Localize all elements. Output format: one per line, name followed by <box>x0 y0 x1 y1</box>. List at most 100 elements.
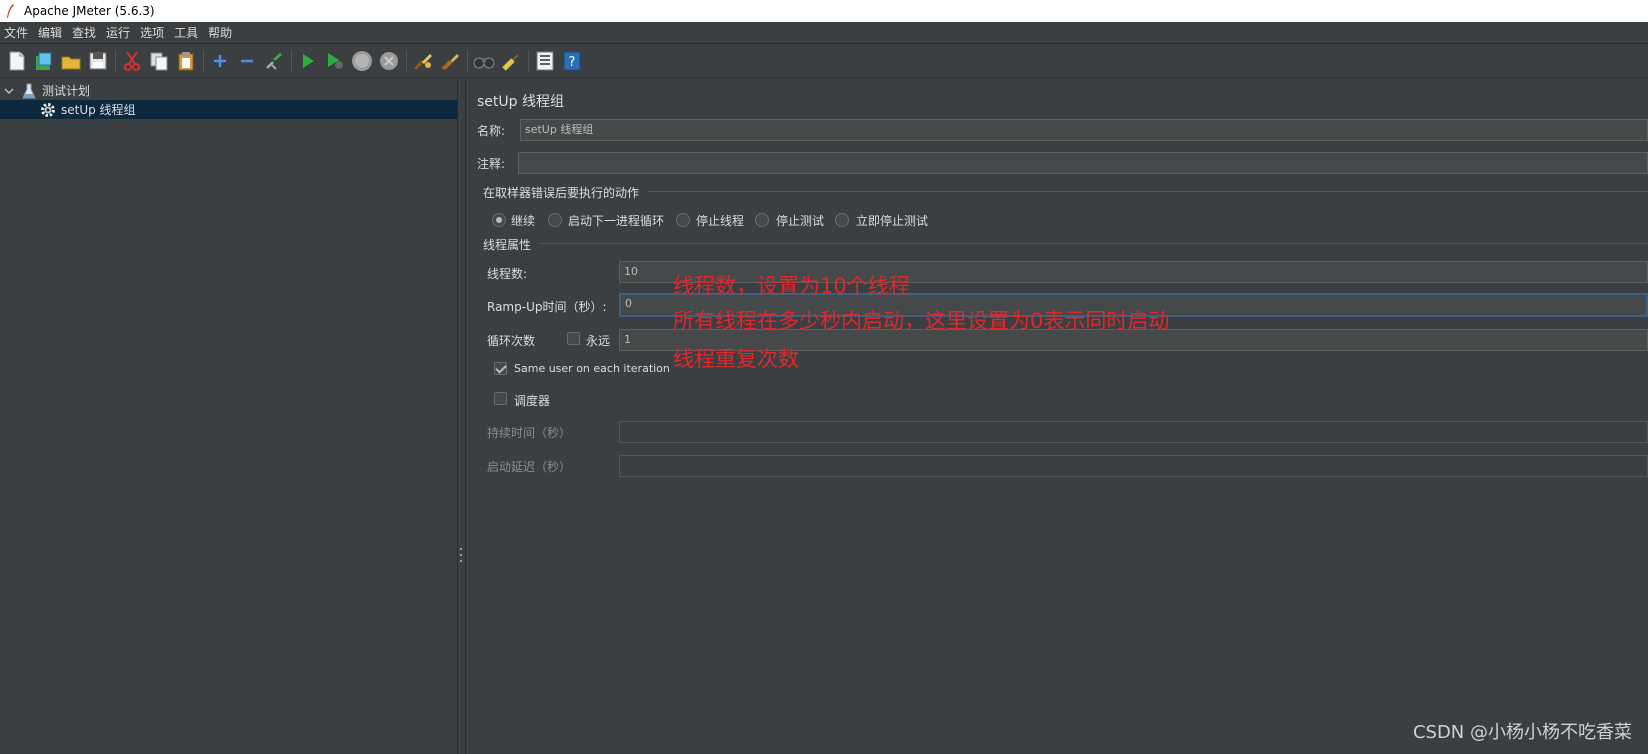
pane-splitter[interactable] <box>458 79 466 754</box>
reset-search-icon <box>502 53 519 71</box>
menu-search[interactable]: 查找 <box>68 22 102 44</box>
start-no-pause-icon <box>328 52 343 69</box>
forever-checkbox[interactable] <box>567 332 580 345</box>
search-icon <box>473 57 495 68</box>
radio-start-next-loop[interactable] <box>548 213 562 227</box>
help-button[interactable]: ? <box>559 48 585 74</box>
stop-button[interactable] <box>349 48 375 74</box>
menu-run[interactable]: 运行 <box>102 22 136 44</box>
annotation-rampup: 所有线程在多少秒内启动，这里设置为0表示同时启动 <box>673 309 1170 333</box>
start-no-pause-button[interactable] <box>322 48 348 74</box>
svg-text:?: ? <box>569 55 576 70</box>
copy-icon <box>150 52 168 70</box>
function-helper-icon <box>536 51 554 70</box>
duration-field[interactable] <box>619 421 1648 443</box>
thread-group-editor: setUp 线程组 名称: setUp 线程组 注释: 在取样器错误后要执行的动… <box>467 79 1648 754</box>
duration-label: 持续时间（秒） <box>487 426 572 440</box>
radio-start-next-loop-label: 启动下一进程循环 <box>568 214 665 228</box>
expand-button[interactable] <box>207 48 233 74</box>
gear-icon <box>41 102 55 117</box>
radio-stop-test-now-label: 立即停止测试 <box>856 214 929 228</box>
radio-continue-label: 继续 <box>511 214 536 228</box>
same-user-checkbox[interactable] <box>494 362 507 375</box>
open-icon <box>61 56 81 69</box>
toolbar-separator <box>528 49 529 72</box>
radio-stop-thread[interactable] <box>676 213 690 227</box>
search-button[interactable] <box>471 48 497 74</box>
comment-field[interactable] <box>518 152 1648 174</box>
forever-label: 永远 <box>586 334 611 348</box>
menubar: 文件 编辑 查找 运行 选项 工具 帮助 <box>0 22 1648 44</box>
radio-stop-thread-label: 停止线程 <box>696 214 745 228</box>
chevron-down-icon[interactable] <box>4 86 14 96</box>
menu-help[interactable]: 帮助 <box>204 22 238 44</box>
menu-options[interactable]: 选项 <box>136 22 170 44</box>
new-button[interactable] <box>4 48 30 74</box>
radio-stop-test-now[interactable] <box>835 213 849 227</box>
toggle-button[interactable] <box>261 48 287 74</box>
rampup-label: Ramp-Up时间（秒）: <box>487 300 607 314</box>
copy-button[interactable] <box>146 48 172 74</box>
window-title: Apache JMeter (5.6.3) <box>24 4 155 18</box>
startup-delay-field[interactable] <box>619 455 1648 477</box>
splitter-grip-icon[interactable] <box>459 548 463 562</box>
start-button[interactable] <box>295 48 321 74</box>
radio-continue[interactable] <box>492 213 506 227</box>
save-icon <box>89 52 107 69</box>
tree-node-setup-thread-group[interactable]: setUp 线程组 <box>0 100 458 119</box>
menu-tools[interactable]: 工具 <box>170 22 204 44</box>
start-icon <box>303 53 314 68</box>
expand-icon <box>214 54 226 67</box>
clear-icon <box>413 53 432 70</box>
paste-icon <box>178 51 194 70</box>
page-title: setUp 线程组 <box>477 94 564 110</box>
scheduler-checkbox[interactable] <box>494 392 507 405</box>
templates-icon <box>36 52 52 70</box>
collapse-button[interactable] <box>234 48 260 74</box>
menu-edit[interactable]: 编辑 <box>34 22 68 44</box>
cut-icon <box>124 50 140 71</box>
comment-label: 注释: <box>477 157 506 171</box>
cut-button[interactable] <box>119 48 145 74</box>
save-button[interactable] <box>85 48 111 74</box>
function-helper-button[interactable] <box>532 48 558 74</box>
toolbar-separator <box>467 49 468 72</box>
radio-stop-test[interactable] <box>755 213 769 227</box>
name-field[interactable]: setUp 线程组 <box>520 119 1648 141</box>
tree-node-label: 测试计划 <box>42 84 91 98</box>
new-icon <box>9 51 25 70</box>
toolbar-separator <box>203 49 204 72</box>
threads-label: 线程数: <box>487 267 528 281</box>
reset-search-button[interactable] <box>498 48 524 74</box>
shutdown-icon <box>380 51 398 70</box>
help-icon: ? <box>563 51 581 70</box>
toolbar-separator <box>291 49 292 72</box>
clear-button[interactable] <box>410 48 436 74</box>
loop-count-label: 循环次数 <box>487 334 536 348</box>
tree-node-test-plan[interactable]: 测试计划 <box>0 81 458 100</box>
toolbar-separator <box>406 49 407 72</box>
flask-icon <box>22 83 36 98</box>
clear-all-icon <box>440 53 459 70</box>
same-user-label: Same user on each iteration <box>514 362 670 375</box>
thread-props-legend: 线程属性 <box>483 238 532 252</box>
paste-button[interactable] <box>173 48 199 74</box>
clear-all-button[interactable] <box>437 48 463 74</box>
toolbar: ? <box>0 44 1648 78</box>
radio-stop-test-label: 停止测试 <box>776 214 825 228</box>
shutdown-button[interactable] <box>376 48 402 74</box>
error-action-legend: 在取样器错误后要执行的动作 <box>483 186 640 200</box>
fieldset-border <box>647 191 1648 192</box>
window-titlebar: Apache JMeter (5.6.3) <box>0 0 1648 22</box>
toolbar-separator <box>115 49 116 72</box>
fieldset-border <box>539 243 1648 244</box>
toggle-icon <box>266 52 282 70</box>
watermark: CSDN @小杨小杨不吃香菜 <box>1412 722 1632 743</box>
menu-file[interactable]: 文件 <box>0 22 34 44</box>
stop-icon <box>352 50 372 71</box>
startup-delay-label: 启动延迟（秒） <box>487 460 572 474</box>
templates-button[interactable] <box>31 48 57 74</box>
open-button[interactable] <box>58 48 84 74</box>
name-label: 名称: <box>477 124 506 138</box>
jmeter-feather-icon <box>7 4 14 18</box>
